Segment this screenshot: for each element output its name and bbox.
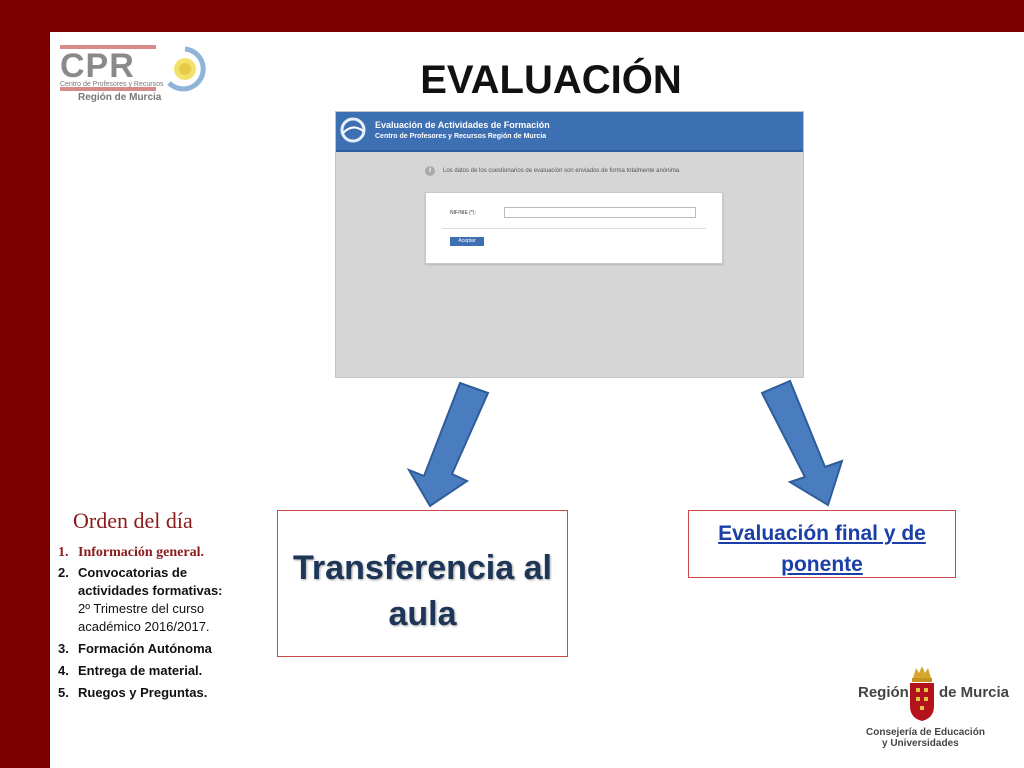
cpr-emblem-icon [340,117,366,143]
nif-input[interactable] [504,207,696,218]
transfer-line-1: Transferencia al [293,549,552,587]
form-divider [442,228,706,229]
evaluation-form-header: Evaluación de Actividades de Formación C… [336,112,803,152]
anonymity-notice: Los datos de los cuestionarios de evalua… [443,168,681,174]
info-icon: i [425,166,435,176]
agenda-item-2: 2. Convocatorias de actividades formativa… [58,565,223,634]
cpr-logo-emblem-icon [167,46,206,92]
agenda-item-3: 3. Formación Autónoma [58,641,212,656]
region-logo-right-text: de Murcia [939,684,1010,701]
region-logo-left-text: Región [858,684,909,701]
evaluation-form-screenshot: Evaluación de Actividades de Formación C… [335,111,804,378]
nif-field-label: NIF/NIE (*): [450,210,476,216]
final-evaluation-box: Evaluación final y de ponente [688,510,956,578]
cpr-logo: CPR Centro de Profesores y Recursos Regi… [60,45,210,107]
cpr-logo-region: Región de Murcia [78,92,162,103]
agenda-item-4: 4. Entrega de material. [58,663,203,678]
consejeria-line-1: Consejería de Educación [866,727,985,738]
evaluation-form-subtitle: Centro de Profesores y Recursos Región d… [375,133,547,140]
accept-button[interactable]: Aceptar [450,237,484,246]
final-evaluation-line-1[interactable]: Evaluación final y de [689,518,955,549]
transfer-box: Transferencia al aula [277,510,568,657]
final-evaluation-line-2[interactable]: ponente [689,549,955,580]
agenda-list: 1. Información general. 2. Convocatorias d… [58,544,268,702]
final-evaluation-link[interactable]: Evaluación final y de ponente [689,518,955,580]
coat-of-arms-icon [910,666,934,721]
login-panel: NIF/NIE (*): Aceptar [425,192,723,264]
consejeria-line-2: y Universidades [882,738,959,749]
cpr-logo-subtitle: Centro de Profesores y Recursos [60,81,164,88]
transfer-text: Transferencia al aula [278,545,567,637]
agenda-title: Orden del día [73,508,193,533]
region-murcia-logo: Región de Murcia Consejería de Educación… [856,662,1010,754]
transfer-line-2: aula [388,595,457,633]
slide-title: EVALUACIÓN [420,58,682,102]
cpr-logo-letters: CPR [60,47,135,85]
agenda-item-5: 5. Ruegos y Preguntas. [58,685,208,700]
evaluation-form-title: Evaluación de Actividades de Formación [375,120,550,130]
agenda-item-1: 1. Información general. [58,545,204,560]
